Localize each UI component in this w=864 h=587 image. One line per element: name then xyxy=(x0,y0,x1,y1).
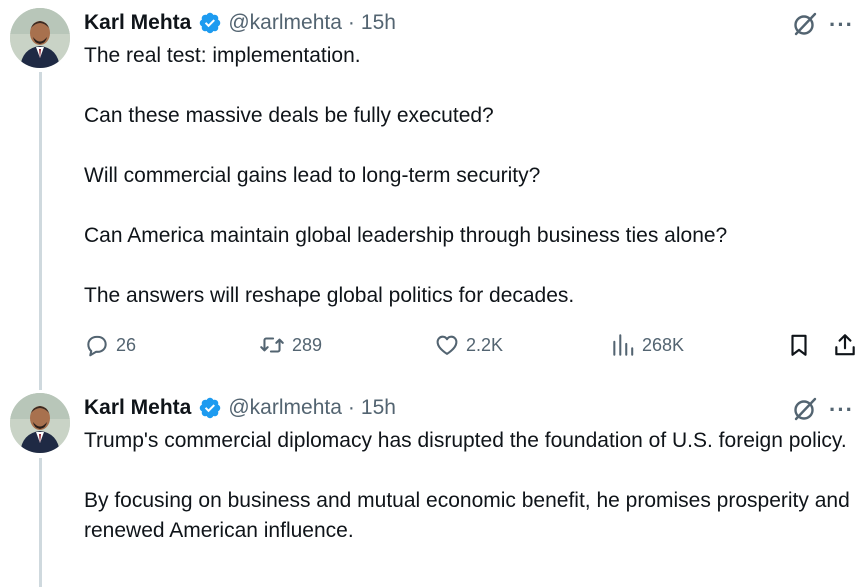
tweet-paragraph: Can these massive deals be fully execute… xyxy=(84,104,494,127)
tweet[interactable]: Karl Mehta @karlmehta · 15h ··· The real… xyxy=(0,0,864,390)
tweet[interactable]: Karl Mehta @karlmehta · 15h ··· Trump's … xyxy=(0,390,864,587)
reply-button[interactable]: 26 xyxy=(84,330,136,360)
separator-dot: · xyxy=(347,11,355,34)
avatar[interactable] xyxy=(10,393,70,453)
timestamp[interactable]: 15h xyxy=(361,396,396,420)
tweet-paragraph: Will commercial gains lead to long-term … xyxy=(84,164,541,187)
tweet-header: Karl Mehta @karlmehta · 15h xyxy=(84,8,396,38)
verified-badge-icon xyxy=(198,396,222,420)
like-button[interactable]: 2.2K xyxy=(434,330,503,360)
tweet-paragraph: Can America maintain global leadership t… xyxy=(84,224,728,247)
separator-dot: · xyxy=(347,396,355,419)
author-name[interactable]: Karl Mehta xyxy=(84,396,191,420)
share-icon xyxy=(835,334,855,356)
verified-badge-icon xyxy=(198,11,222,35)
author-handle[interactable]: @karlmehta xyxy=(228,396,342,420)
reply-count: 26 xyxy=(116,334,137,355)
reply-icon xyxy=(87,335,107,357)
author-handle[interactable]: @karlmehta xyxy=(228,11,342,35)
repost-icon xyxy=(260,337,284,353)
views-button[interactable]: 268K xyxy=(610,330,684,360)
view-count: 268K xyxy=(642,334,685,355)
tweet-paragraph: The real test: implementation. xyxy=(84,44,361,67)
bookmark-icon xyxy=(791,334,807,356)
tweet-text: Trump's commercial diplomacy has disrupt… xyxy=(84,426,856,546)
repost-count: 289 xyxy=(292,334,323,355)
grok-icon[interactable] xyxy=(792,396,818,422)
more-options-icon[interactable]: ··· xyxy=(829,14,854,36)
analytics-icon xyxy=(613,334,634,356)
tweet-paragraph: The answers will reshape global politics… xyxy=(84,284,575,307)
tweet-paragraph: Trump's commercial diplomacy has disrupt… xyxy=(84,429,847,452)
more-options-icon[interactable]: ··· xyxy=(829,399,854,421)
share-button[interactable] xyxy=(832,330,858,360)
author-name[interactable]: Karl Mehta xyxy=(84,11,191,35)
like-count: 2.2K xyxy=(466,334,504,355)
avatar[interactable] xyxy=(10,8,70,68)
heart-icon xyxy=(436,335,458,355)
bookmark-button[interactable] xyxy=(786,330,812,360)
tweet-header: Karl Mehta @karlmehta · 15h xyxy=(84,393,396,423)
grok-icon[interactable] xyxy=(792,11,818,37)
repost-button[interactable]: 289 xyxy=(258,330,322,360)
tweet-text: The real test: implementation. Can these… xyxy=(84,41,856,311)
timestamp[interactable]: 15h xyxy=(361,11,396,35)
tweet-paragraph: By focusing on business and mutual econo… xyxy=(84,489,850,542)
tweet-actions: 26 289 2.2K 268K xyxy=(84,330,864,360)
